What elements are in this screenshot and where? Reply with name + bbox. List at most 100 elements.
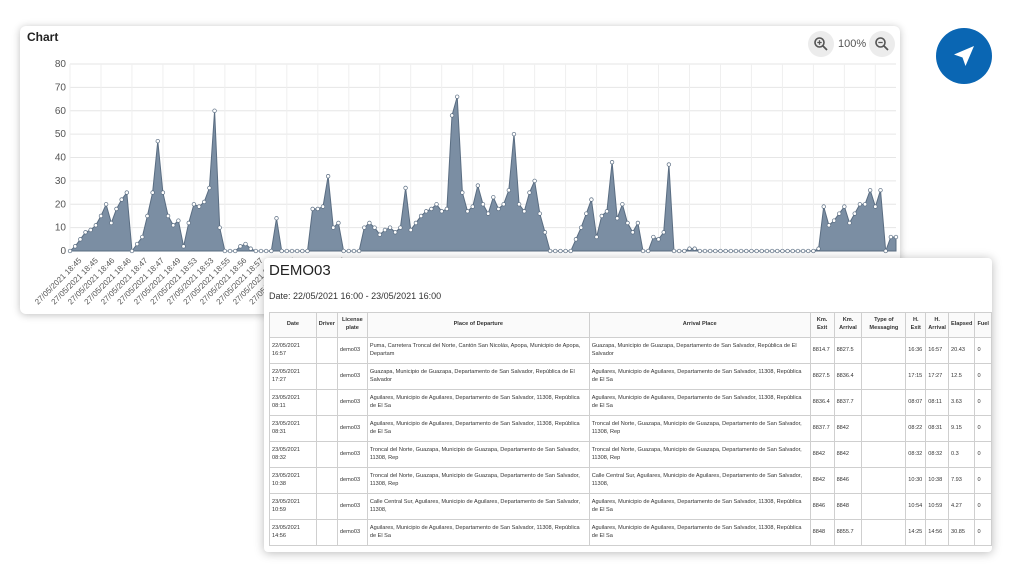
data-point xyxy=(150,190,155,195)
zoom-in-button[interactable] xyxy=(808,31,834,57)
column-header[interactable]: Km. Arrival xyxy=(833,312,863,338)
data-point xyxy=(434,202,439,207)
table-cell: 8842 xyxy=(833,441,863,468)
data-point xyxy=(119,197,124,202)
data-point xyxy=(744,248,749,254)
table-cell: 8814.7 xyxy=(809,337,835,364)
table-cell: 8855.7 xyxy=(833,519,863,546)
table-cell: 23/05/2021 10:38 xyxy=(269,467,317,494)
data-point xyxy=(671,248,677,254)
table-cell: 8827.5 xyxy=(809,363,835,390)
data-point xyxy=(460,190,465,195)
table-cell: 16:36 xyxy=(905,337,927,364)
table-cell: 08:07 xyxy=(905,389,927,416)
report-date-range: Date: 22/05/2021 16:00 - 23/05/2021 16:0… xyxy=(269,291,442,301)
chart-title: Chart xyxy=(27,30,59,44)
data-point xyxy=(630,230,635,235)
data-point xyxy=(382,227,388,233)
data-point xyxy=(511,131,517,137)
table-cell: Aguilares, Municipio de Aguilares, Depar… xyxy=(366,519,590,546)
table-cell: 0 xyxy=(974,415,992,442)
table-row: 23/05/2021 08:31 demo03 Aguilares, Municip… xyxy=(269,415,992,442)
data-point xyxy=(491,195,496,200)
data-point xyxy=(387,225,393,230)
table-cell: Aguilares, Municipio de Aguilares, Depar… xyxy=(588,493,811,520)
column-header[interactable]: H. Arrival xyxy=(925,312,949,338)
column-header[interactable]: Driver xyxy=(315,312,338,338)
zoom-level: 100% xyxy=(838,38,867,50)
data-point xyxy=(279,248,284,254)
table-row: 23/05/2021 10:59 demo03 Calle Central Sur,… xyxy=(269,493,992,520)
column-header[interactable]: Elapsed xyxy=(947,312,976,338)
column-header[interactable]: Fuel xyxy=(974,312,992,338)
data-point xyxy=(687,246,692,251)
table-cell: demo03 xyxy=(336,467,368,494)
data-point xyxy=(129,248,135,254)
data-point xyxy=(795,248,801,254)
data-point xyxy=(769,248,775,254)
column-header[interactable]: Km. Exit xyxy=(809,312,835,338)
table-cell: 8846 xyxy=(833,467,863,494)
table-cell: Guazapa, Municipio de Guazapa, Departame… xyxy=(588,337,811,364)
table-cell: 10:30 xyxy=(905,467,927,494)
table-row: 23/05/2021 14:56 demo03 Aguilares, Municip… xyxy=(269,519,992,546)
data-point xyxy=(362,225,367,230)
data-point xyxy=(816,246,821,251)
table-cell xyxy=(861,493,907,520)
data-point xyxy=(212,108,217,113)
column-header[interactable]: Type of Messaging xyxy=(861,312,907,338)
y-tick-label: 40 xyxy=(55,153,67,164)
table-cell: demo03 xyxy=(336,441,368,468)
data-point xyxy=(88,227,93,233)
data-point xyxy=(486,211,491,216)
data-point xyxy=(98,213,104,219)
data-point xyxy=(160,190,166,195)
data-point xyxy=(868,188,873,193)
data-point xyxy=(465,209,470,214)
table-cell: 22/05/2021 17:27 xyxy=(269,363,317,390)
table-cell: 23/05/2021 08:11 xyxy=(269,389,317,416)
data-point xyxy=(666,162,671,167)
data-point xyxy=(315,206,320,212)
table-cell: 23/05/2021 08:32 xyxy=(269,441,317,468)
table-cell: 3.63 xyxy=(947,389,976,416)
column-header[interactable]: Date xyxy=(269,312,317,338)
trip-report-panel: DEMO03 Date: 22/05/2021 16:00 - 23/05/20… xyxy=(264,258,992,552)
data-point xyxy=(754,248,759,254)
y-tick-label: 20 xyxy=(55,199,67,210)
table-cell: 8837.7 xyxy=(833,389,863,416)
data-point xyxy=(186,220,191,226)
table-cell: 23/05/2021 08:31 xyxy=(269,415,317,442)
table-cell: 0 xyxy=(974,441,992,468)
navigation-arrow-icon xyxy=(954,46,974,66)
table-cell: 0 xyxy=(974,519,992,546)
column-header[interactable]: Place of Departure xyxy=(366,312,590,338)
table-cell: 8836.4 xyxy=(833,363,863,390)
data-point xyxy=(522,209,527,214)
table-cell: 8827.5 xyxy=(833,337,863,364)
data-point xyxy=(305,248,310,254)
table-cell: 4.27 xyxy=(947,493,976,520)
column-header[interactable]: Arrival Place xyxy=(588,312,811,338)
data-point xyxy=(413,220,419,226)
data-point xyxy=(165,213,171,219)
data-point xyxy=(393,230,398,235)
data-point xyxy=(651,234,656,240)
data-point xyxy=(532,178,537,184)
table-cell: 0 xyxy=(974,337,992,364)
table-cell xyxy=(315,519,338,546)
data-point xyxy=(604,209,610,214)
table-cell: 08:11 xyxy=(925,389,949,416)
zoom-out-button[interactable] xyxy=(869,31,895,57)
data-point xyxy=(800,248,806,254)
table-cell: 14:25 xyxy=(905,519,927,546)
data-point xyxy=(83,230,88,235)
data-point xyxy=(238,244,243,249)
data-point xyxy=(114,206,119,212)
data-point xyxy=(547,248,553,254)
table-row: 23/05/2021 08:11 demo03 Aguilares, Municip… xyxy=(269,389,992,416)
column-header[interactable]: License plate xyxy=(336,312,368,338)
column-header[interactable]: H. Exit xyxy=(905,312,927,338)
y-tick-label: 70 xyxy=(55,82,67,93)
data-point xyxy=(418,213,424,219)
